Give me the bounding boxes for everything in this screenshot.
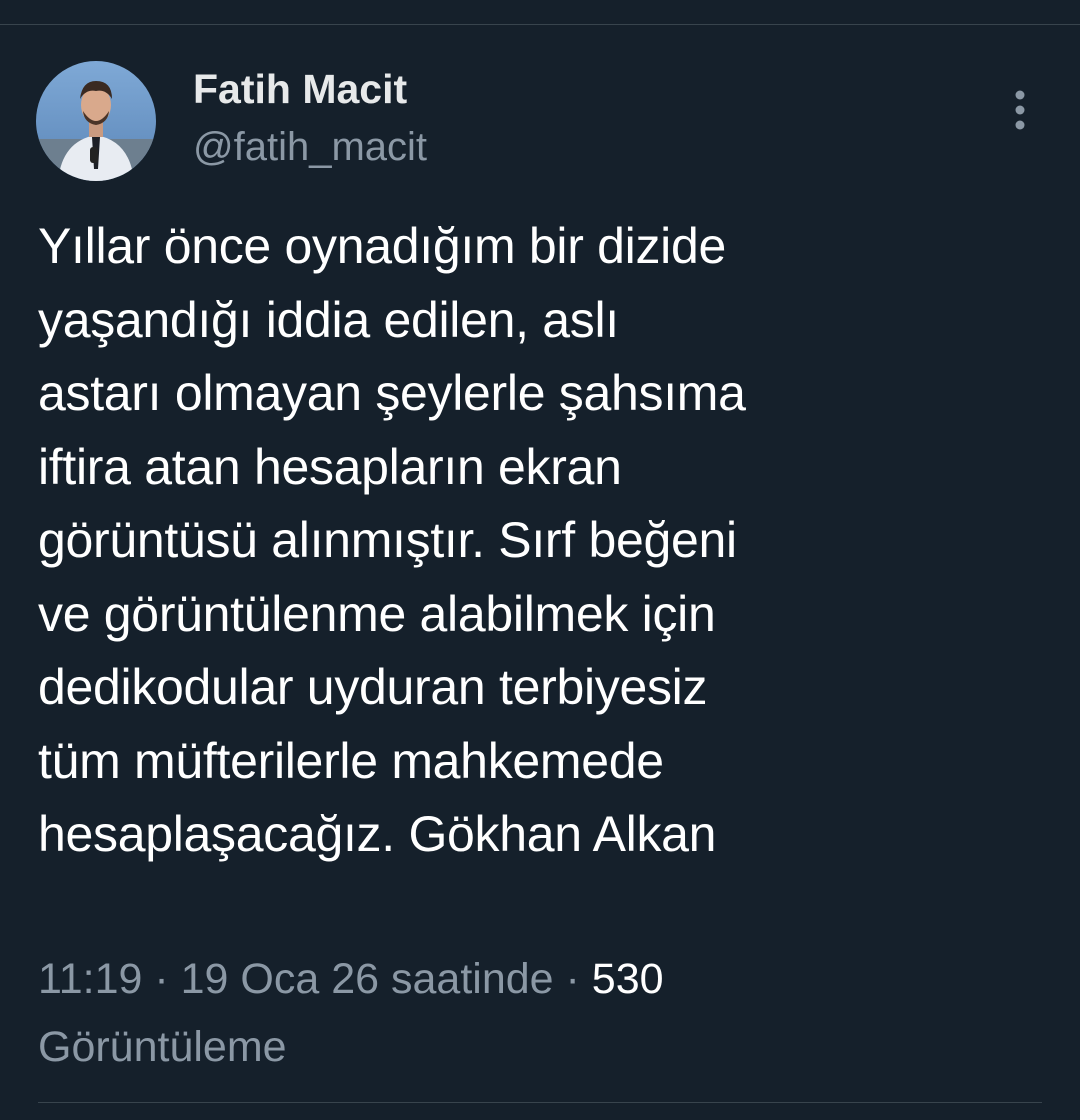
- more-options-button[interactable]: [996, 84, 1044, 136]
- meta-separator: ·: [142, 955, 181, 1003]
- avatar[interactable]: [36, 61, 156, 181]
- views-count: 530: [591, 955, 664, 1003]
- tweet-text: Yıllar önce oynadığım bir dizide yaşandı…: [38, 218, 746, 862]
- avatar-image: [36, 61, 156, 181]
- more-vertical-icon: [1015, 90, 1025, 130]
- top-divider: [0, 24, 1080, 25]
- author-handle[interactable]: @fatih_macit: [193, 125, 427, 170]
- meta-separator: ·: [553, 955, 592, 1003]
- author-display-name[interactable]: Fatih Macit: [193, 66, 407, 113]
- tweet-date[interactable]: 19 Oca 26 saatinde: [181, 955, 554, 1003]
- views-label: Görüntüleme: [38, 1023, 287, 1071]
- tweet-time[interactable]: 11:19: [38, 955, 142, 1003]
- tweet-meta: 11:19 · 19 Oca 26 saatinde · 530 Görüntü…: [38, 945, 1038, 1081]
- bottom-divider: [38, 1102, 1042, 1103]
